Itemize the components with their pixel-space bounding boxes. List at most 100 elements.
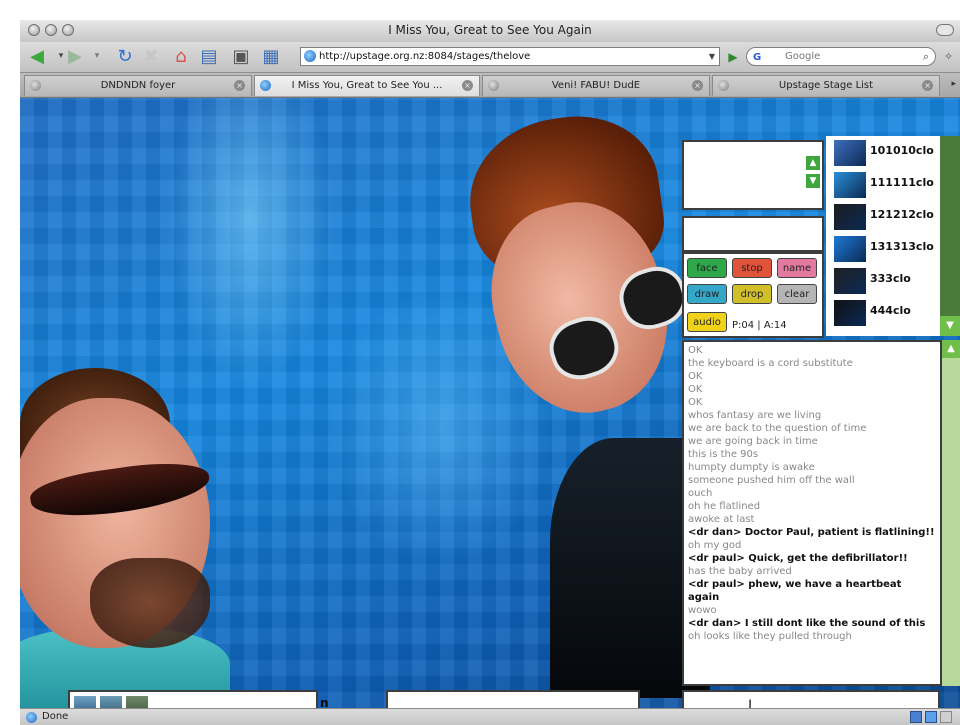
tab-close-icon[interactable]: ×	[922, 80, 933, 91]
chat-message: <dr dan> Doctor Paul, patient is flatlin…	[688, 527, 935, 538]
props-panel	[68, 690, 318, 708]
tab-label: DNDNDN foyer	[100, 80, 176, 91]
tab-site-icon	[488, 80, 499, 91]
go-arrow-icon[interactable]: ▶	[724, 47, 742, 66]
extension-icon[interactable]: ✧	[944, 50, 953, 63]
search-engine-icon[interactable]: G	[753, 49, 761, 66]
tab-label: I Miss You, Great to See You ...	[291, 80, 443, 91]
chat-message: <dr paul> phew, we have a heartbeat agai…	[688, 579, 902, 603]
tab-bar: DNDNDN foyer × I Miss You, Great to See …	[20, 73, 960, 98]
draw-button[interactable]: draw	[687, 284, 727, 304]
stop-icon[interactable]: ✖	[140, 45, 162, 67]
chat-message: ouch	[688, 488, 713, 499]
tab-close-icon[interactable]: ×	[692, 80, 703, 91]
tab-close-icon[interactable]: ×	[234, 80, 245, 91]
avatar-list-item[interactable]: 444clo	[834, 298, 946, 328]
stop-button[interactable]: stop	[732, 258, 772, 278]
prop-thumbnail[interactable]	[100, 696, 122, 708]
forward-menu-icon[interactable]: ▾	[86, 45, 108, 67]
backdrop-field[interactable]	[386, 690, 640, 708]
tab-veni-fabu[interactable]: Veni! FABU! DudE ×	[482, 75, 710, 96]
status-globe-icon	[26, 712, 37, 723]
search-placeholder: Google	[785, 51, 821, 62]
status-addon-icon[interactable]	[910, 711, 922, 723]
chat-input[interactable]: I	[682, 690, 940, 708]
avatar-label: 121212clo	[870, 208, 934, 221]
url-text: http://upstage.org.nz:8084/stages/thelov…	[319, 51, 531, 62]
address-bar[interactable]: http://upstage.org.nz:8084/stages/thelov…	[300, 47, 720, 66]
prop-thumbnail[interactable]	[74, 696, 96, 708]
face-button[interactable]: face	[687, 258, 727, 278]
avatar-list-item[interactable]: 131313clo	[834, 234, 946, 264]
forward-arrow-icon[interactable]: ▶	[64, 45, 86, 67]
speech-panel[interactable]: ▲ ▼	[682, 140, 824, 210]
tab-overflow-icon[interactable]: ▸	[951, 79, 956, 89]
reload-icon[interactable]: ↻	[114, 45, 136, 67]
site-globe-icon	[304, 50, 316, 62]
back-arrow-icon[interactable]: ◀	[26, 45, 48, 67]
tab-i-miss-you[interactable]: I Miss You, Great to See You ... ×	[254, 75, 480, 96]
chat-message: we are back to the question of time	[688, 423, 867, 434]
stage-text-fragment: n	[320, 696, 329, 708]
avatar-list-item[interactable]: 121212clo	[834, 202, 946, 232]
avatar-label: 111111clo	[870, 176, 934, 189]
chat-message: whos fantasy are we living	[688, 410, 822, 421]
scroll-up-icon[interactable]: ▲	[806, 156, 820, 170]
avatar-thumbnail	[834, 204, 866, 230]
name-button[interactable]: name	[777, 258, 817, 278]
window-title: I Miss You, Great to See You Again	[388, 23, 592, 37]
tab-site-icon	[260, 80, 271, 91]
chat-message: oh my god	[688, 540, 742, 551]
avatar-label: 333clo	[870, 272, 911, 285]
home-icon[interactable]: ⌂	[170, 45, 192, 67]
prop-thumbnail[interactable]	[126, 696, 148, 708]
avatar-man-dark-sunglasses[interactable]	[20, 358, 230, 708]
avatar-list-item[interactable]: 333clo	[834, 266, 946, 296]
title-bar: I Miss You, Great to See You Again	[20, 20, 960, 43]
avatar-list-scrollbar[interactable]	[940, 136, 960, 336]
tab-dndndn-foyer[interactable]: DNDNDN foyer ×	[24, 75, 252, 96]
avatar-thumbnail	[834, 300, 866, 326]
navigation-toolbar: ◀ ▾ ▶ ▾ ↻ ✖ ⌂ ▤ ▣ ▦ http://upstage.org.n…	[20, 42, 960, 73]
toolbar-toggle-button[interactable]	[936, 24, 954, 36]
clear-button[interactable]: clear	[777, 284, 817, 304]
avatar-man-white-sunglasses[interactable]	[459, 105, 710, 698]
screen-icon[interactable]: ▦	[260, 45, 282, 67]
search-box[interactable]: G Google ⌕	[746, 47, 936, 66]
chat-message: OK	[688, 371, 703, 382]
scroll-down-icon[interactable]: ▼	[806, 174, 820, 188]
avatar-name-field[interactable]	[682, 216, 824, 252]
avatar-scroll-down-icon[interactable]: ▼	[940, 316, 960, 336]
avatar-thumbnail	[834, 236, 866, 262]
status-resize-icon[interactable]	[940, 711, 952, 723]
chat-scrollbar[interactable]	[942, 340, 960, 686]
tab-upstage-stage-list[interactable]: Upstage Stage List ×	[712, 75, 940, 96]
chat-message: oh looks like they pulled through	[688, 631, 852, 642]
chat-message: wowo	[688, 605, 717, 616]
tab-close-icon[interactable]: ×	[462, 80, 473, 91]
avatar-thumbnail	[834, 172, 866, 198]
avatar-thumbnail	[834, 268, 866, 294]
tab-site-icon	[718, 80, 729, 91]
bookmarks-icon[interactable]: ▤	[198, 45, 220, 67]
avatar-list-item[interactable]: 101010clo	[834, 138, 946, 168]
chat-scroll-up-icon[interactable]: ▲	[942, 340, 960, 358]
drop-button[interactable]: drop	[732, 284, 772, 304]
tab-site-icon	[30, 80, 41, 91]
text-cursor-icon: I	[748, 698, 753, 708]
avatar-list-item[interactable]: 111111clo	[834, 170, 946, 200]
chat-message: awoke at last	[688, 514, 755, 525]
status-text: Done	[42, 711, 69, 722]
chat-message: OK	[688, 345, 703, 356]
audio-button[interactable]: audio	[687, 312, 727, 332]
chat-log: OK the keyboard is a cord substitute OK OK O…	[682, 340, 942, 686]
chat-message: <dr paul> Quick, get the defibrillator!!	[688, 553, 908, 564]
chat-message: the keyboard is a cord substitute	[688, 358, 853, 369]
status-network-icon[interactable]	[925, 711, 937, 723]
chat-message: has the baby arrived	[688, 566, 792, 577]
print-icon[interactable]: ▣	[230, 45, 252, 67]
avatar-label: 101010clo	[870, 144, 934, 157]
search-icon[interactable]: ⌕	[923, 48, 929, 65]
chat-message: <dr dan> I still dont like the sound of …	[688, 618, 926, 629]
url-dropdown-icon[interactable]: ▼	[709, 48, 715, 65]
